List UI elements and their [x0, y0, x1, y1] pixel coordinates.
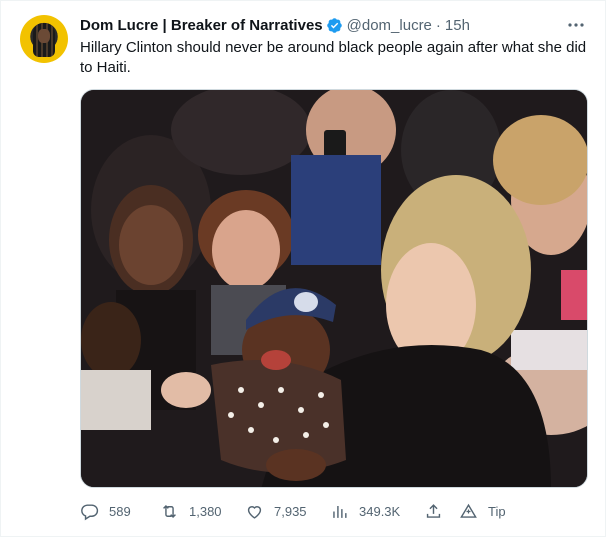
retweet-icon	[163, 504, 176, 519]
reply-button[interactable]: 589	[80, 502, 131, 521]
share-button[interactable]	[424, 502, 453, 521]
verified-badge-icon	[326, 17, 342, 33]
author-avatar[interactable]	[20, 15, 68, 63]
tip-icon	[460, 503, 477, 518]
author-handle[interactable]: @dom_lucre	[347, 17, 432, 34]
analytics-icon	[333, 505, 347, 518]
author-display-name[interactable]: Dom Lucre | Breaker of Narratives	[80, 17, 323, 34]
tip-label: Tip	[488, 504, 506, 519]
more-options-icon[interactable]	[564, 15, 588, 35]
tweet-photo[interactable]	[80, 89, 588, 488]
views-button[interactable]: 349.3K	[330, 502, 400, 521]
retweet-count: 1,380	[189, 504, 222, 519]
like-button[interactable]: 7,935	[245, 502, 307, 521]
reply-count: 589	[109, 504, 131, 519]
tweet-timestamp[interactable]: 15h	[445, 17, 470, 34]
photo-illustration	[81, 90, 587, 487]
retweet-button[interactable]: 1,380	[160, 502, 222, 521]
header-separator: ·	[435, 16, 441, 34]
views-count: 349.3K	[359, 504, 401, 519]
heart-icon	[247, 506, 262, 519]
tweet-actions-bar: 589 1,380 7,935 349.3K Tip	[80, 499, 590, 525]
tweet-card[interactable]: Dom Lucre | Breaker of Narratives @dom_l…	[0, 0, 606, 537]
share-icon	[426, 504, 441, 518]
reply-icon	[81, 504, 99, 521]
tip-button[interactable]: Tip	[459, 502, 506, 521]
like-count: 7,935	[274, 504, 307, 519]
avatar-face-shape	[38, 29, 50, 43]
tweet-header: Dom Lucre | Breaker of Narratives @dom_l…	[80, 15, 470, 35]
more-dots-glyph	[568, 23, 584, 27]
tweet-text: Hillary Clinton should never be around b…	[80, 39, 587, 76]
